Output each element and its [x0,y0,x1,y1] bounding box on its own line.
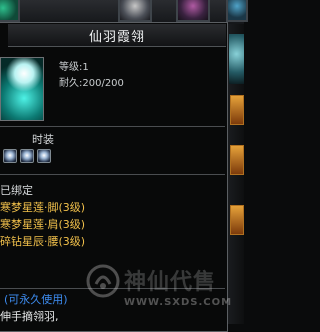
tooltip-title-bar: 仙羽霞翎 [8,24,226,47]
gem-slots [3,149,51,163]
right-character-image [229,34,244,84]
right-hud-button[interactable] [230,205,244,235]
bound-status: 已绑定 [0,184,33,197]
watermark-text: 神仙代售 [124,270,217,295]
right-hud-button[interactable] [230,145,244,175]
item-description: 伸手摘翎羽, [0,310,59,323]
watermark: 神仙代售 WWW.SXDS.COM [86,264,242,318]
hud-slot-icon[interactable] [176,0,210,22]
gem-icon[interactable] [37,149,51,163]
gem-icon[interactable] [3,149,17,163]
item-durability: 耐久:200/200 [59,78,124,89]
watermark-logo-icon [86,264,120,298]
watermark-url: WWW.SXDS.COM [124,297,233,308]
set-item: 寒梦星莲·脚(3级) [0,201,86,214]
item-level: 等级:1 [59,62,89,73]
item-title: 仙羽霞翎 [88,29,145,45]
hud-slot-icon[interactable] [226,0,248,22]
set-item: 碎钻星辰·腰(3级) [0,235,86,248]
item-portrait-image [0,57,44,121]
top-hud-strip [0,0,248,24]
fashion-label: 时装 [32,133,54,146]
permanent-use-label: (可永久使用) [4,293,68,306]
gem-icon[interactable] [20,149,34,163]
set-item: 寒梦星莲·肩(3级) [0,218,86,231]
hud-slot-icon[interactable] [118,0,152,22]
right-hud-button[interactable] [230,95,244,125]
divider [0,126,225,127]
divider [0,174,225,175]
hud-slot-icon[interactable] [0,0,20,22]
